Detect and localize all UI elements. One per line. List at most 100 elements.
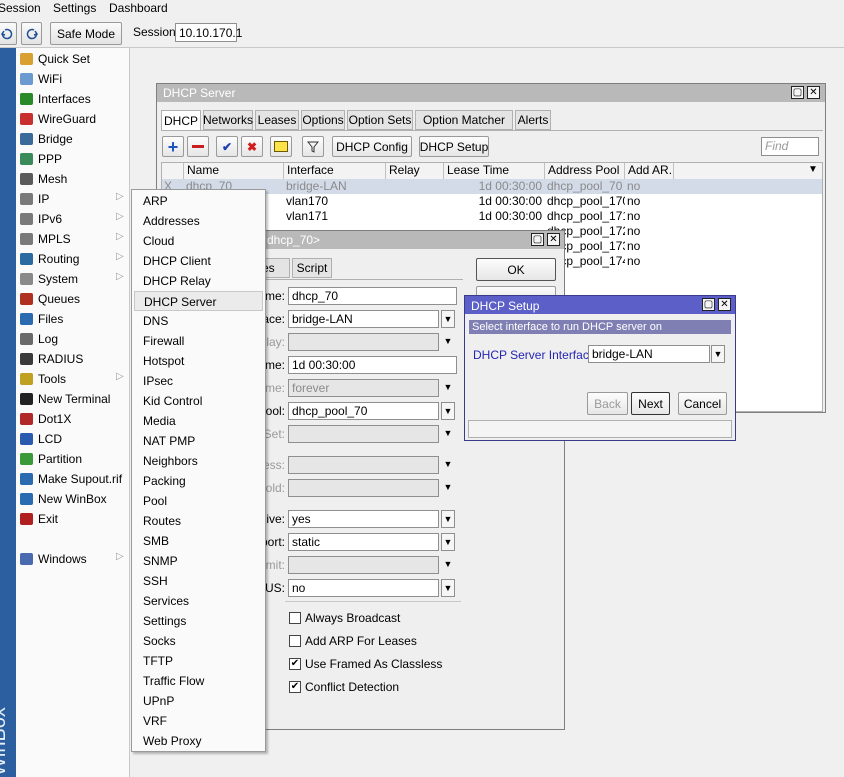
sidebar-item-queues[interactable]: Queues <box>16 289 130 309</box>
back-button[interactable]: Back <box>587 392 628 415</box>
maximize-icon[interactable]: ▢ <box>791 86 804 99</box>
sidebar-item-bridge[interactable]: Bridge <box>16 129 130 149</box>
cancel-button[interactable]: Cancel <box>678 392 727 415</box>
field-input[interactable] <box>288 456 439 474</box>
dropdown-arrow-icon[interactable]: ▼ <box>441 533 455 551</box>
sidebar-item-interfaces[interactable]: Interfaces <box>16 89 130 109</box>
submenu-item-smb[interactable]: SMB <box>134 531 263 551</box>
dropdown-arrow-icon[interactable]: ▼ <box>441 579 455 597</box>
next-button[interactable]: Next <box>631 392 670 415</box>
dropdown-arrow-icon[interactable]: ▼ <box>441 456 455 474</box>
field-input[interactable]: dhcp_pool_70 <box>288 402 439 420</box>
tab-options[interactable]: Options <box>301 110 345 130</box>
submenu-item-snmp[interactable]: SNMP <box>134 551 263 571</box>
tab-option-matcher[interactable]: Option Matcher <box>415 110 513 130</box>
submenu-item-dhcp-server[interactable]: DHCP Server <box>134 291 263 311</box>
sidebar-item-ip[interactable]: IP ▷ <box>16 189 130 209</box>
maximize-icon[interactable]: ▢ <box>702 298 715 311</box>
submenu-item-ssh[interactable]: SSH <box>134 571 263 591</box>
field-input[interactable]: yes <box>288 510 439 528</box>
submenu-item-socks[interactable]: Socks <box>134 631 263 651</box>
checkbox[interactable] <box>289 612 301 624</box>
dropdown-arrow-icon[interactable]: ▼ <box>711 345 725 363</box>
sidebar-item-new-terminal[interactable]: New Terminal <box>16 389 130 409</box>
safe-mode-button[interactable]: Safe Mode <box>50 22 122 45</box>
checkbox[interactable]: ✔ <box>289 658 301 670</box>
submenu-item-kid-control[interactable]: Kid Control <box>134 391 263 411</box>
undo-icon[interactable] <box>0 22 17 45</box>
sidebar-item-log[interactable]: Log <box>16 329 130 349</box>
menu-settings[interactable]: Settings <box>53 1 96 15</box>
close-icon[interactable]: ✕ <box>718 298 731 311</box>
dhcp-edit-titlebar[interactable]: dhcp_70> ▢ ✕ <box>241 231 564 249</box>
dropdown-arrow-icon[interactable]: ▼ <box>441 379 455 397</box>
submenu-item-web-proxy[interactable]: Web Proxy <box>134 731 263 751</box>
server-interface-select[interactable]: bridge-LAN <box>588 345 710 363</box>
field-input[interactable] <box>288 333 439 351</box>
redo-icon[interactable] <box>21 22 42 45</box>
checkbox[interactable]: ✔ <box>289 681 301 693</box>
dropdown-arrow-icon[interactable]: ▼ <box>441 425 455 443</box>
submenu-item-settings[interactable]: Settings <box>134 611 263 631</box>
sidebar-item-routing[interactable]: Routing ▷ <box>16 249 130 269</box>
field-input[interactable] <box>288 479 439 497</box>
find-input[interactable]: Find <box>761 137 819 156</box>
submenu-item-firewall[interactable]: Firewall <box>134 331 263 351</box>
column-header[interactable]: Address Pool <box>545 163 625 179</box>
dhcp-setup-button[interactable]: DHCP Setup <box>419 136 489 157</box>
column-chooser-icon[interactable]: ▼ <box>808 164 818 175</box>
field-input[interactable]: no <box>288 579 439 597</box>
sidebar-item-ppp[interactable]: PPP <box>16 149 130 169</box>
field-input[interactable]: bridge-LAN <box>288 310 439 328</box>
sidebar-item-make-supout-rif[interactable]: Make Supout.rif <box>16 469 130 489</box>
submenu-item-dhcp-client[interactable]: DHCP Client <box>134 251 263 271</box>
field-input[interactable]: dhcp_70 <box>288 287 457 305</box>
comment-icon[interactable] <box>270 136 292 157</box>
submenu-item-routes[interactable]: Routes <box>134 511 263 531</box>
sidebar-item-quick-set[interactable]: Quick Set <box>16 49 130 69</box>
tab-script[interactable]: Script <box>292 258 332 278</box>
dropdown-arrow-icon[interactable]: ▼ <box>441 510 455 528</box>
submenu-item-traffic-flow[interactable]: Traffic Flow <box>134 671 263 691</box>
submenu-item-services[interactable]: Services <box>134 591 263 611</box>
column-header[interactable]: Add AR... <box>625 163 674 179</box>
ok-button[interactable]: OK <box>476 258 556 281</box>
submenu-item-upnp[interactable]: UPnP <box>134 691 263 711</box>
field-input[interactable]: static <box>288 533 439 551</box>
sidebar-item-system[interactable]: System ▷ <box>16 269 130 289</box>
column-header[interactable] <box>162 163 184 179</box>
column-header[interactable]: Interface <box>284 163 386 179</box>
column-header[interactable] <box>674 163 822 179</box>
submenu-item-media[interactable]: Media <box>134 411 263 431</box>
add-icon[interactable]: + <box>162 136 184 157</box>
field-input[interactable]: 1d 00:30:00 <box>288 356 457 374</box>
column-header[interactable]: Relay <box>386 163 444 179</box>
dhcp-server-titlebar[interactable]: DHCP Server ▢ ✕ <box>157 84 825 102</box>
maximize-icon[interactable]: ▢ <box>531 233 544 246</box>
submenu-item-pool[interactable]: Pool <box>134 491 263 511</box>
sidebar-item-partition[interactable]: Partition <box>16 449 130 469</box>
sidebar-item-radius[interactable]: RADIUS <box>16 349 130 369</box>
enable-icon[interactable]: ✔ <box>216 136 238 157</box>
sidebar-item-new-winbox[interactable]: New WinBox <box>16 489 130 509</box>
dropdown-arrow-icon[interactable]: ▼ <box>441 333 455 351</box>
tab-leases[interactable]: Leases <box>255 110 299 130</box>
submenu-item-nat-pmp[interactable]: NAT PMP <box>134 431 263 451</box>
close-icon[interactable]: ✕ <box>807 86 820 99</box>
submenu-item-dns[interactable]: DNS <box>134 311 263 331</box>
checkbox[interactable] <box>289 635 301 647</box>
sidebar-item-wireguard[interactable]: WireGuard <box>16 109 130 129</box>
dhcp-setup-titlebar[interactable]: DHCP Setup ▢ ✕ <box>465 296 735 314</box>
submenu-item-vrf[interactable]: VRF <box>134 711 263 731</box>
dropdown-arrow-icon[interactable]: ▼ <box>441 479 455 497</box>
sidebar-item-exit[interactable]: Exit <box>16 509 130 529</box>
submenu-item-arp[interactable]: ARP <box>134 191 263 211</box>
sidebar-item-files[interactable]: Files <box>16 309 130 329</box>
sidebar-item-mpls[interactable]: MPLS ▷ <box>16 229 130 249</box>
sidebar-item-ipv6[interactable]: IPv6 ▷ <box>16 209 130 229</box>
sidebar-item-tools[interactable]: Tools ▷ <box>16 369 130 389</box>
field-input[interactable]: forever <box>288 379 439 397</box>
close-icon[interactable]: ✕ <box>547 233 560 246</box>
submenu-item-cloud[interactable]: Cloud <box>134 231 263 251</box>
dropdown-arrow-icon[interactable]: ▼ <box>441 310 455 328</box>
